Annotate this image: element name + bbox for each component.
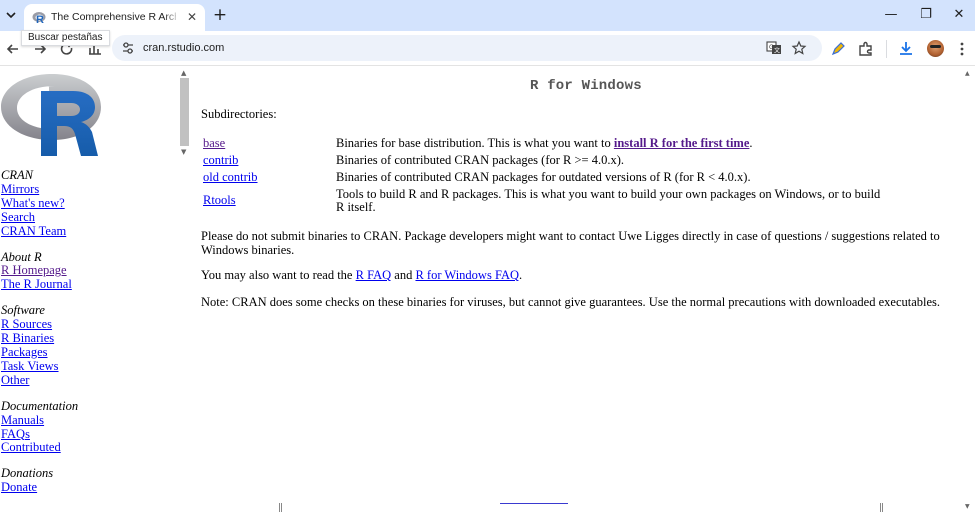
kebab-menu-icon [960, 42, 964, 56]
back-arrow-icon [6, 44, 18, 54]
translate-icon: G文 [766, 41, 781, 55]
profile-avatar[interactable] [927, 40, 944, 57]
menu-group-about-r: About R R Homepage The R Journal [1, 249, 78, 293]
sidebar-link-manuals[interactable]: Manuals [1, 413, 78, 428]
browser-toolbar: cran.rstudio.com G文 [0, 31, 975, 66]
faq-paragraph: You may also want to read the R FAQ and … [201, 268, 523, 282]
menu-group-documentation: Documentation Manuals FAQs Contributed [1, 398, 79, 456]
svg-text:文: 文 [774, 47, 780, 55]
tab-title: The Comprehensive R Archive Network [51, 11, 176, 23]
r-logo[interactable] [1, 72, 103, 157]
menu-group-cran: CRAN Mirrors What's new? Search CRAN Tea… [1, 168, 78, 239]
menu-heading: Software [1, 303, 45, 318]
sidebar-menu: CRAN Mirrors What's new? Search CRAN Tea… [1, 168, 79, 507]
tab-strip: R The Comprehensive R Archive Network ✕ … [0, 0, 975, 31]
table-row: Rtools Tools to build R and R packages. … [201, 186, 886, 216]
star-icon [791, 40, 807, 55]
table-row: base Binaries for base distribution. Thi… [203, 135, 753, 150]
translate-button[interactable]: G文 [766, 40, 782, 56]
back-button[interactable] [3, 39, 23, 59]
tab-search-tooltip: Buscar pestañas [21, 30, 110, 46]
scroll-up-arrow-icon[interactable]: ▲ [181, 69, 186, 77]
dir-desc: Binaries of contributed CRAN packages fo… [336, 169, 751, 184]
r-faq-link[interactable]: R FAQ [356, 268, 392, 282]
sidebar-link-r-binaries[interactable]: R Binaries [1, 331, 78, 346]
scroll-thumb[interactable] [180, 78, 189, 146]
dir-link-base[interactable]: base [203, 136, 225, 150]
sidebar-link-faqs[interactable]: FAQs [1, 427, 78, 442]
r-windows-faq-link[interactable]: R for Windows FAQ [415, 268, 519, 282]
partial-link-underline [500, 503, 568, 504]
dir-link-rtools[interactable]: Rtools [203, 193, 236, 208]
dir-desc: Binaries of contributed CRAN packages (f… [336, 152, 624, 167]
sidebar-link-donate[interactable]: Donate [1, 480, 78, 495]
tab-close-button[interactable]: ✕ [184, 9, 200, 25]
table-row: contrib Binaries of contributed CRAN pac… [201, 152, 886, 169]
subdirectories-label: Subdirectories: [201, 107, 277, 121]
sidebar-link-r-journal[interactable]: The R Journal [1, 277, 78, 292]
scroll-down-arrow-icon[interactable]: ▼ [181, 148, 186, 156]
site-info-button[interactable] [120, 40, 136, 56]
sidebar-link-r-homepage[interactable]: R Homepage [1, 264, 78, 278]
active-tab[interactable]: R The Comprehensive R Archive Network ✕ [24, 4, 205, 31]
menu-group-donations: Donations Donate [1, 466, 78, 495]
subdirectories-table: base Binaries for base distribution. Thi… [201, 135, 886, 216]
sidebar-link-search[interactable]: Search [1, 210, 78, 225]
sidebar-link-r-sources[interactable]: R Sources [1, 317, 78, 332]
menu-heading: Donations [1, 466, 54, 481]
sidebar-link-whats-new[interactable]: What's new? [1, 196, 78, 211]
sidebar-link-packages[interactable]: Packages [1, 345, 78, 360]
table-row: old contrib Binaries of contributed CRAN… [201, 169, 886, 186]
page-scroll-up-icon[interactable]: ▲ [965, 70, 970, 77]
extensions-button[interactable] [856, 39, 876, 59]
sidebar-link-contributed[interactable]: Contributed [1, 441, 78, 455]
frame-resize-handle[interactable] [279, 503, 282, 512]
pen-extension-icon [831, 42, 845, 56]
puzzle-icon [859, 41, 872, 56]
dir-link-old-contrib[interactable]: old contrib [203, 170, 258, 184]
downloads-button[interactable] [896, 39, 916, 59]
svg-text:R: R [36, 14, 44, 24]
menu-heading: Documentation [1, 398, 79, 413]
page-title: R for Windows [530, 78, 642, 94]
r-favicon-icon: R [32, 12, 46, 24]
dir-desc: Binaries for base distribution. This is … [336, 135, 614, 150]
menu-button[interactable] [952, 39, 972, 59]
left-frame-scrollbar[interactable]: ▲ ▼ [179, 68, 190, 160]
sidebar-link-mirrors[interactable]: Mirrors [1, 182, 78, 197]
bookmark-button[interactable] [791, 40, 807, 56]
tune-icon [123, 42, 133, 54]
window-close-button[interactable]: ✕ [947, 4, 971, 26]
menu-heading: About R [1, 249, 42, 264]
sidebar-link-other[interactable]: Other [1, 373, 78, 388]
sidebar-link-cran-team[interactable]: CRAN Team [1, 224, 78, 239]
address-bar[interactable]: cran.rstudio.com G文 [112, 35, 822, 61]
restore-button[interactable]: ❐ [914, 4, 938, 26]
install-r-link[interactable]: install R for the first time [614, 136, 750, 150]
tab-search-button[interactable] [2, 6, 20, 24]
page-scroll-down-icon[interactable]: ▼ [965, 503, 970, 510]
chevron-down-icon [6, 12, 16, 19]
download-icon [900, 42, 912, 55]
url-text: cran.rstudio.com [143, 42, 225, 54]
extension-pen-button[interactable] [828, 39, 848, 59]
dir-link-contrib[interactable]: contrib [203, 153, 238, 167]
new-tab-button[interactable]: + [210, 5, 230, 25]
binaries-notice: Please do not submit binaries to CRAN. P… [201, 229, 940, 257]
frame-resize-handle[interactable] [880, 503, 883, 512]
menu-group-software: Software R Sources R Binaries Packages T… [1, 303, 78, 388]
sidebar-link-task-views[interactable]: Task Views [1, 359, 78, 374]
dir-desc: Tools to build R and R packages. This is… [336, 186, 881, 214]
menu-heading: CRAN [1, 168, 33, 182]
minimize-button[interactable]: — [879, 4, 903, 26]
virus-note: Note: CRAN does some checks on these bin… [201, 295, 941, 309]
